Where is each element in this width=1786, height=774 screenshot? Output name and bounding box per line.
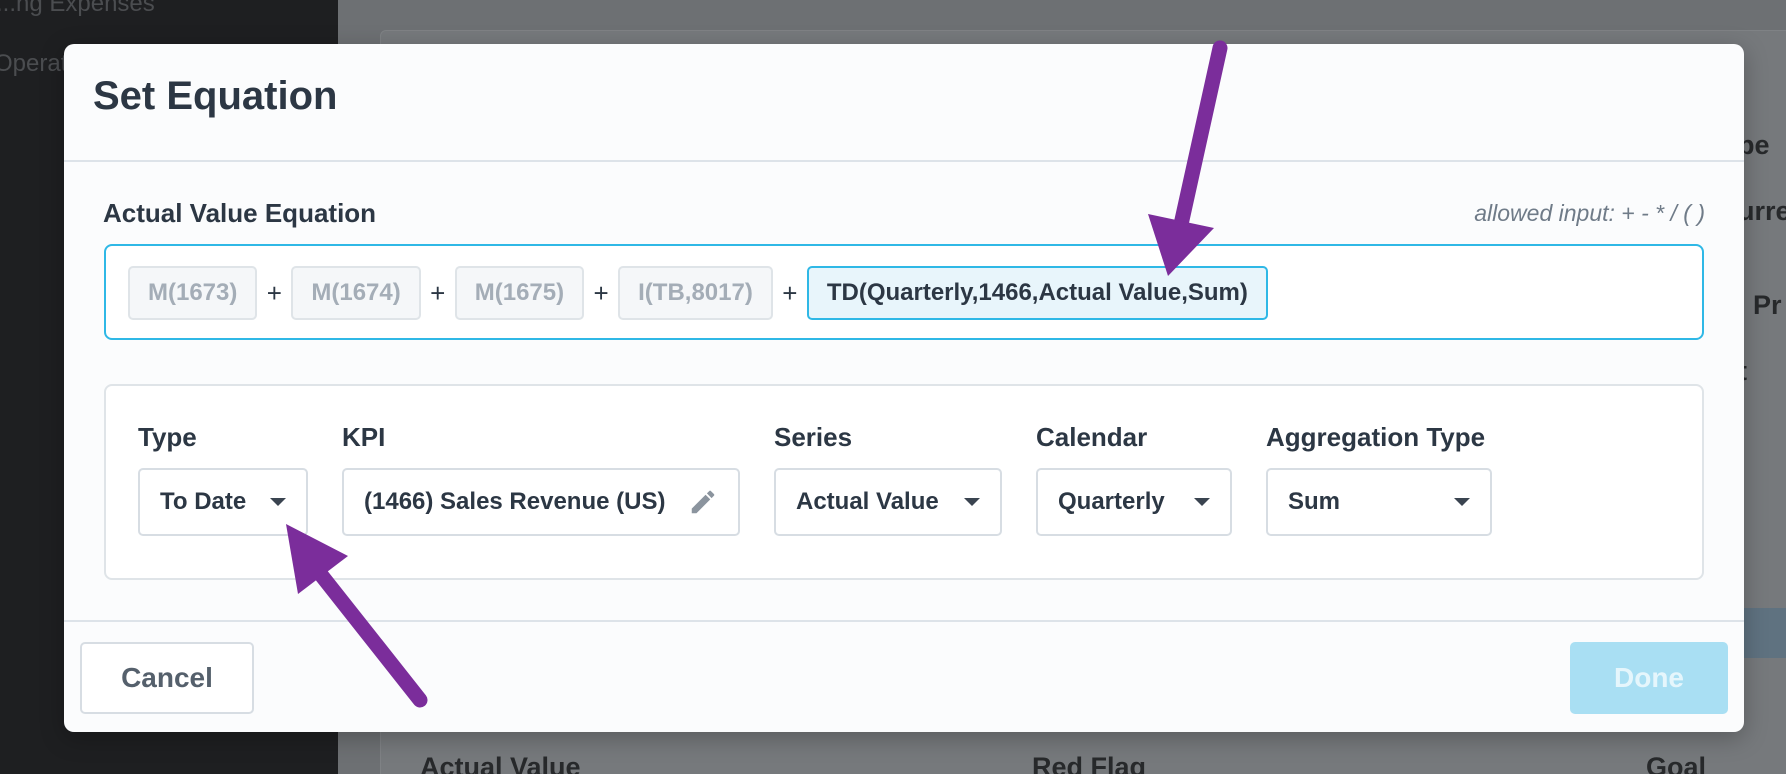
- equation-token-row: M(1673) + M(1674) + M(1675) + I(TB,8017)…: [128, 266, 1268, 320]
- calendar-select[interactable]: Quarterly: [1036, 468, 1232, 536]
- type-value: To Date: [160, 488, 247, 515]
- series-label: Series: [774, 422, 853, 452]
- background-text: urre: [1738, 196, 1786, 226]
- kpi-select[interactable]: (1466) Sales Revenue (US): [342, 468, 740, 536]
- type-field: Type To Date: [138, 422, 308, 536]
- equation-token[interactable]: I(TB,8017): [618, 266, 773, 320]
- equation-token[interactable]: M(1675): [454, 266, 585, 320]
- calendar-field: Calendar Quarterly: [1036, 422, 1232, 536]
- equation-token[interactable]: M(1673): [128, 266, 258, 320]
- operator-plus: +: [430, 277, 446, 308]
- type-select[interactable]: To Date: [138, 468, 308, 536]
- header-divider: [64, 160, 1744, 162]
- chevron-down-icon: [1454, 498, 1470, 506]
- chevron-down-icon: [1194, 498, 1210, 506]
- series-select[interactable]: Actual Value: [774, 468, 1002, 536]
- background-sidebar-item: ...ng Expenses: [0, 0, 155, 17]
- aggregation-field: Aggregation Type Sum: [1266, 422, 1492, 536]
- equation-label: Actual Value Equation: [103, 198, 377, 228]
- allowed-input-hint: allowed input: + - * / ( ): [1474, 200, 1705, 226]
- background-text: l Pr: [1738, 290, 1782, 320]
- cancel-button[interactable]: Cancel: [80, 642, 254, 714]
- done-button[interactable]: Done: [1570, 642, 1728, 714]
- set-equation-modal: Set Equation Actual Value Equation allow…: [64, 44, 1744, 732]
- equation-token-selected[interactable]: TD(Quarterly,1466,Actual Value,Sum): [806, 266, 1268, 320]
- calendar-value: Quarterly: [1058, 488, 1165, 515]
- series-value: Actual Value: [796, 488, 939, 515]
- modal-title: Set Equation: [93, 74, 338, 118]
- footer-divider: [64, 620, 1744, 622]
- aggregation-select[interactable]: Sum: [1266, 468, 1492, 536]
- background-text: Red Flag: [1032, 752, 1147, 774]
- operator-plus: +: [782, 277, 798, 308]
- calendar-label: Calendar: [1036, 422, 1148, 452]
- equation-input[interactable]: M(1673) + M(1674) + M(1675) + I(TB,8017)…: [104, 244, 1704, 340]
- background-text: Actual Value: [420, 752, 581, 774]
- aggregation-value: Sum: [1288, 488, 1341, 515]
- series-field: Series Actual Value: [774, 422, 1002, 536]
- token-config-panel: Type To Date KPI (1466) Sales Revenue (U…: [104, 384, 1704, 580]
- pencil-icon[interactable]: [688, 487, 718, 517]
- kpi-value: (1466) Sales Revenue (US): [364, 488, 666, 515]
- kpi-label: KPI: [342, 422, 386, 452]
- operator-plus: +: [266, 277, 282, 308]
- chevron-down-icon: [270, 498, 286, 506]
- operator-plus: +: [593, 277, 609, 308]
- type-label: Type: [138, 422, 197, 452]
- equation-token[interactable]: M(1674): [291, 266, 421, 320]
- background-text: Goal: [1646, 752, 1707, 774]
- chevron-down-icon: [964, 498, 980, 506]
- aggregation-label: Aggregation Type: [1266, 422, 1486, 452]
- kpi-field: KPI (1466) Sales Revenue (US): [342, 422, 740, 536]
